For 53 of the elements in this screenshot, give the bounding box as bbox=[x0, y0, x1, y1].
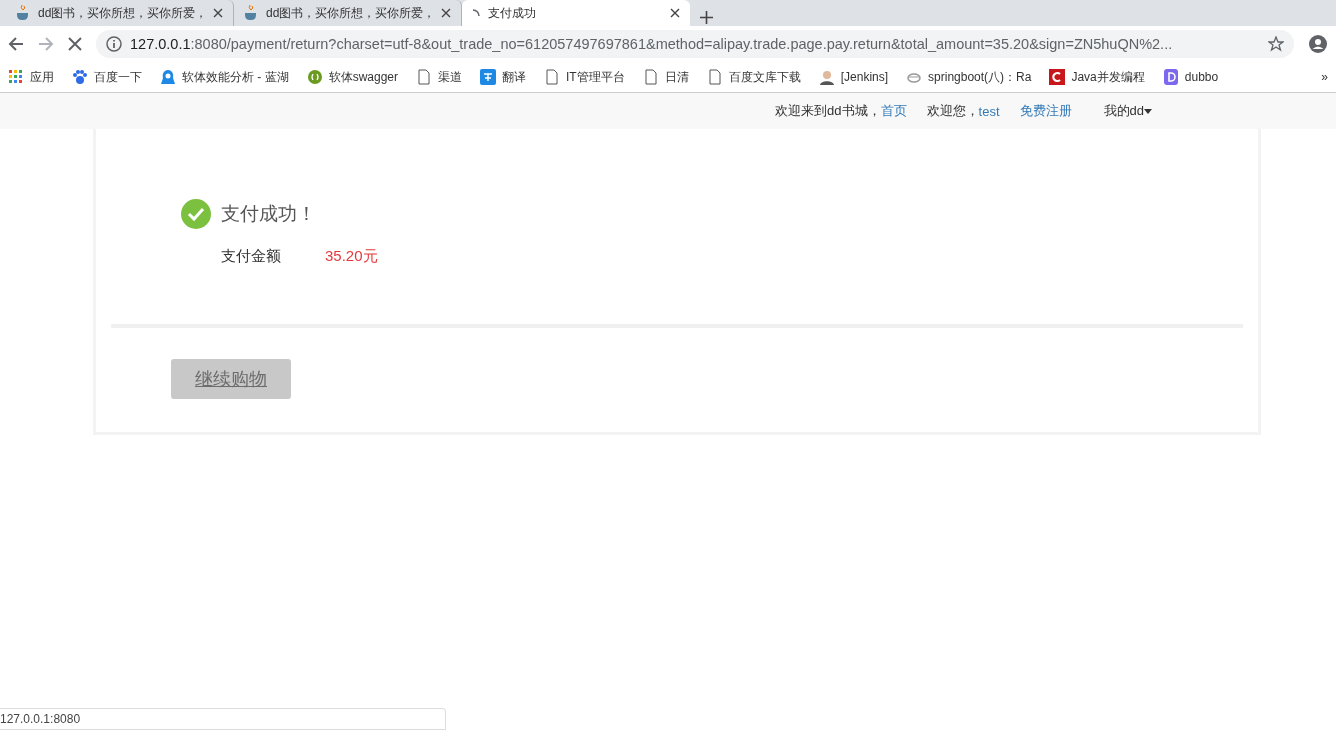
greeting-text: 欢迎您， bbox=[926, 102, 979, 120]
c-logo-icon bbox=[1049, 69, 1066, 85]
page-icon bbox=[416, 69, 433, 85]
close-icon[interactable] bbox=[441, 8, 451, 18]
info-icon bbox=[106, 36, 122, 52]
bookmark-link[interactable]: [Jenkins] bbox=[840, 70, 889, 84]
bookmark-link[interactable]: IT管理平台 bbox=[566, 68, 625, 86]
caret-icon bbox=[1144, 108, 1152, 114]
address-bar[interactable]: 127.0.0.1:8080/payment/return?charset=utf-8&out_trade_no=612057497697861&method=alipay.trade.page.pay.return&total_amount=35.20&sign=ZN5huQN%2... bbox=[96, 30, 1294, 58]
register-link[interactable]: 免费注册 bbox=[1019, 102, 1072, 120]
my-account-menu[interactable]: 我的dd bbox=[1103, 102, 1144, 120]
bookmark-link[interactable]: 百度一下 bbox=[94, 68, 142, 86]
translate-icon bbox=[480, 69, 497, 85]
amount-value: 35.20元 bbox=[325, 247, 378, 266]
bookmark-link[interactable]: 日清 bbox=[664, 68, 689, 86]
bookmark-link[interactable]: 应用 bbox=[30, 68, 54, 86]
page-icon bbox=[544, 69, 561, 85]
browser-tab[interactable]: 支付成功 bbox=[462, 0, 690, 26]
page-icon bbox=[706, 69, 723, 85]
bookmark-link[interactable]: 软体swagger bbox=[328, 68, 399, 86]
back-arrow-icon[interactable] bbox=[8, 36, 24, 52]
lake-logo-icon bbox=[160, 69, 176, 85]
close-icon[interactable] bbox=[68, 37, 82, 51]
home-link[interactable]: 首页 bbox=[880, 102, 907, 120]
paw-icon bbox=[72, 69, 88, 85]
bookmark-link[interactable]: 软体效能分析 - 蓝湖 bbox=[182, 68, 289, 86]
url-text: 127.0.0.1:8080/payment/return?charset=utf-8&out_trade_no=612057497697861&method=alipay.trade.page.pay.return&total_amount=35.20&sign=ZN5huQN%2... bbox=[130, 36, 1173, 52]
account-icon[interactable] bbox=[1308, 34, 1328, 54]
bookmark-link[interactable]: 百度文库下载 bbox=[728, 68, 801, 86]
bookmark-link[interactable]: 渠道 bbox=[438, 68, 463, 86]
bookmark-link[interactable]: 翻译 bbox=[502, 68, 527, 86]
status-bubble: 127.0.0.1:8080 bbox=[0, 708, 446, 730]
swagger-logo-icon bbox=[306, 69, 323, 85]
bookmark-link[interactable]: dubbo bbox=[1184, 70, 1219, 84]
close-icon[interactable] bbox=[670, 8, 680, 18]
star-icon[interactable] bbox=[1268, 36, 1284, 52]
new-tab-plus-icon[interactable] bbox=[700, 11, 713, 24]
check-circle-icon bbox=[181, 199, 211, 229]
amount-label: 支付金额 bbox=[221, 247, 281, 266]
welcome-text: 欢迎来到dd书城， bbox=[775, 102, 881, 120]
apps-grid-icon bbox=[8, 69, 24, 85]
more-bookmarks[interactable]: » bbox=[1321, 70, 1328, 84]
bookmark-link[interactable]: springboot(八)：Ra bbox=[928, 68, 1032, 86]
loading-spinner-icon bbox=[472, 9, 480, 17]
page-icon bbox=[642, 69, 659, 85]
coffee-cup-icon bbox=[16, 5, 30, 21]
bookmark-link[interactable]: Java并发编程 bbox=[1071, 68, 1145, 86]
user-link[interactable]: test bbox=[978, 103, 1000, 119]
close-icon[interactable] bbox=[213, 8, 223, 18]
coffee-cup-icon bbox=[244, 5, 258, 21]
butler-avatar-icon bbox=[818, 69, 835, 85]
success-title: 支付成功！ bbox=[221, 202, 316, 226]
d-logo-icon bbox=[1162, 69, 1179, 85]
